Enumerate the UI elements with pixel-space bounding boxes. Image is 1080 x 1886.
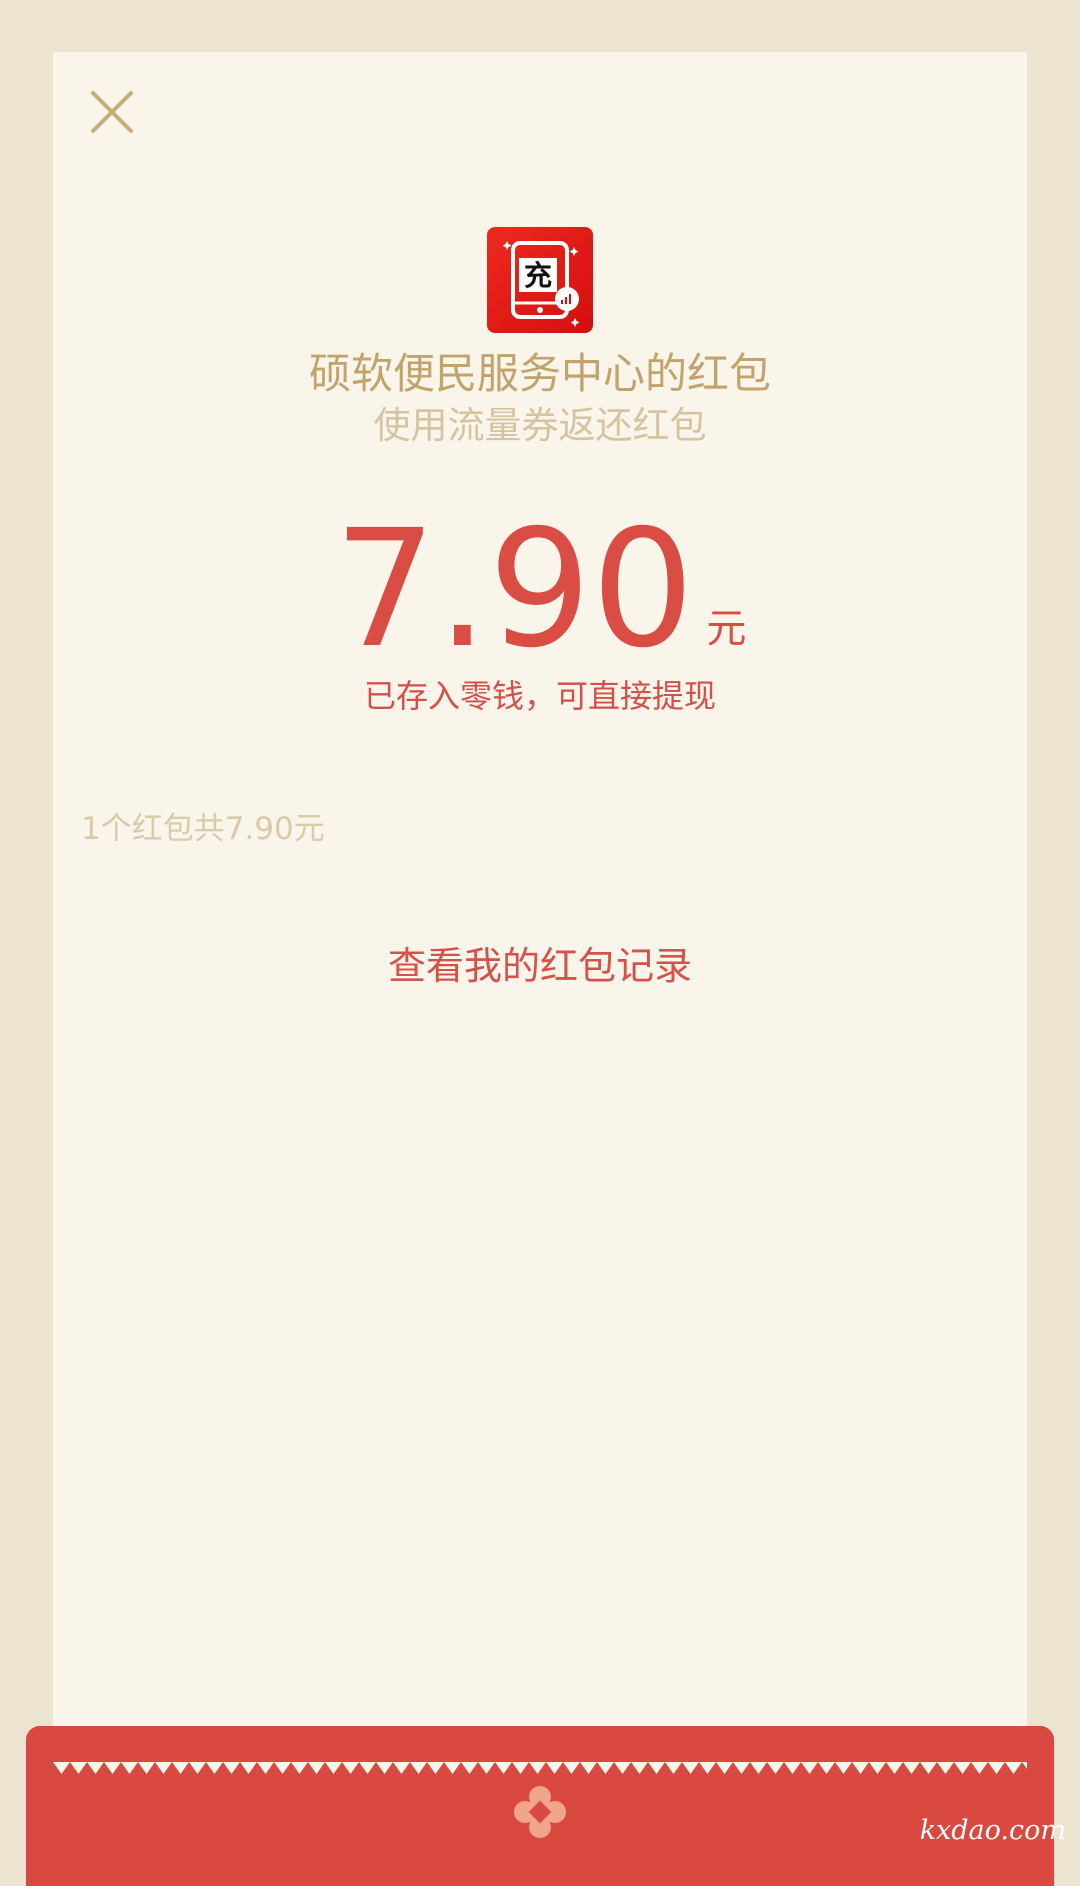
red-packet-emblem: [510, 1782, 570, 1842]
greeting-message: 使用流量券返还红包: [373, 404, 707, 447]
deposit-note: 已存入零钱，可直接提现: [363, 677, 716, 715]
svg-text:充: 充: [524, 259, 552, 292]
close-button[interactable]: [88, 88, 136, 136]
close-icon: [91, 91, 133, 133]
amount-value: 7.90: [333, 496, 695, 684]
view-records-label[interactable]: 查看我的红包记录: [388, 944, 692, 988]
amount-unit: 元: [706, 606, 747, 652]
sender-avatar: 充: [487, 227, 593, 333]
view-records-link[interactable]: 查看我的红包记录: [0, 940, 1080, 992]
recharge-app-logo-icon: 充: [502, 241, 580, 327]
red-packet-emblem-icon: [514, 1786, 566, 1838]
sender-name: 硕软便民服务中心的红包: [308, 349, 771, 398]
amount-display: 7.90 元: [0, 505, 1080, 675]
watermark: kxdao.com: [919, 1815, 1066, 1846]
packet-summary: 1个红包共7.90元: [81, 811, 325, 847]
